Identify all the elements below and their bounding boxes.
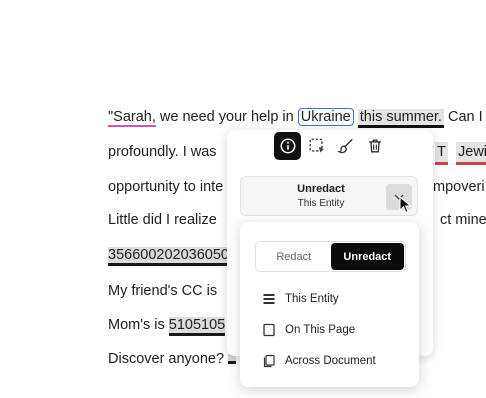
trash-icon <box>366 137 384 155</box>
doc-text: Little did I realize <box>108 212 217 228</box>
option-this-entity[interactable]: This Entity <box>262 290 339 308</box>
option-label: Across Document <box>285 355 376 367</box>
option-label: This Entity <box>285 293 339 305</box>
info-button[interactable] <box>274 132 301 160</box>
action-card-subtitle: This Entity <box>241 198 401 209</box>
doc-line-3: opportunity to intempoveri <box>108 177 223 197</box>
select-area-icon <box>308 137 326 155</box>
entity-card-number[interactable]: 3566002020360505 <box>108 247 237 266</box>
entity-toolbar <box>274 132 389 160</box>
entity-location-ukraine[interactable]: Ukraine <box>298 108 354 126</box>
doc-line-7: Mom's is 5105105 <box>108 315 225 335</box>
scope-dropdown-menu: Redact Unredact This Entity On This Page… <box>240 222 419 387</box>
doc-text: mpoveri <box>433 177 485 197</box>
info-icon <box>279 137 297 155</box>
select-area-button[interactable] <box>303 132 330 160</box>
option-on-this-page[interactable]: On This Page <box>262 321 355 339</box>
doc-text: Can I <box>444 109 483 125</box>
mouse-cursor-icon <box>399 196 413 214</box>
doc-line-5: 3566002020360505 <box>108 245 237 265</box>
brush-icon <box>337 137 355 155</box>
delete-button[interactable] <box>361 132 388 160</box>
action-card[interactable]: Unredact This Entity <box>240 176 418 216</box>
option-label: On This Page <box>285 324 355 336</box>
doc-line-4: Little did I realizect mine <box>108 210 217 230</box>
doc-line-2: profoundly. I wasTJewi <box>108 142 217 162</box>
brush-button[interactable] <box>332 132 359 160</box>
entity-redacted-t[interactable]: T <box>435 142 448 165</box>
doc-text: ct mine <box>440 210 486 230</box>
doc-text: Discover anyone? <box>108 351 224 367</box>
doc-line-1: "Sarah, we need your help in Ukraine thi… <box>108 107 483 127</box>
redact-segment[interactable]: Redact <box>257 243 331 270</box>
mode-segmented-control: Redact Unredact <box>255 241 406 272</box>
action-card-title: Unredact <box>241 183 401 195</box>
entity-name-sarah[interactable]: "Sarah, <box>108 109 156 127</box>
doc-text: profoundly. I was <box>108 144 217 160</box>
entity-date-this-summer[interactable]: this summer. <box>358 109 444 128</box>
documents-icon <box>262 354 276 368</box>
doc-text: opportunity to inte <box>108 179 223 195</box>
unredact-segment[interactable]: Unredact <box>331 243 405 270</box>
lines-icon <box>262 292 276 306</box>
option-across-document[interactable]: Across Document <box>262 352 376 370</box>
doc-line-8: Discover anyone? <box>108 349 236 369</box>
doc-text: we need your help in <box>156 109 298 125</box>
doc-line-6: My friend's CC is <box>108 281 217 301</box>
entity-redacted-jewi[interactable]: Jewi <box>456 142 486 165</box>
doc-text: My friend's CC is <box>108 283 217 299</box>
doc-text: Mom's is <box>108 317 169 333</box>
page-icon <box>262 323 276 337</box>
entity-card-number-2[interactable]: 5105105 <box>169 317 225 336</box>
